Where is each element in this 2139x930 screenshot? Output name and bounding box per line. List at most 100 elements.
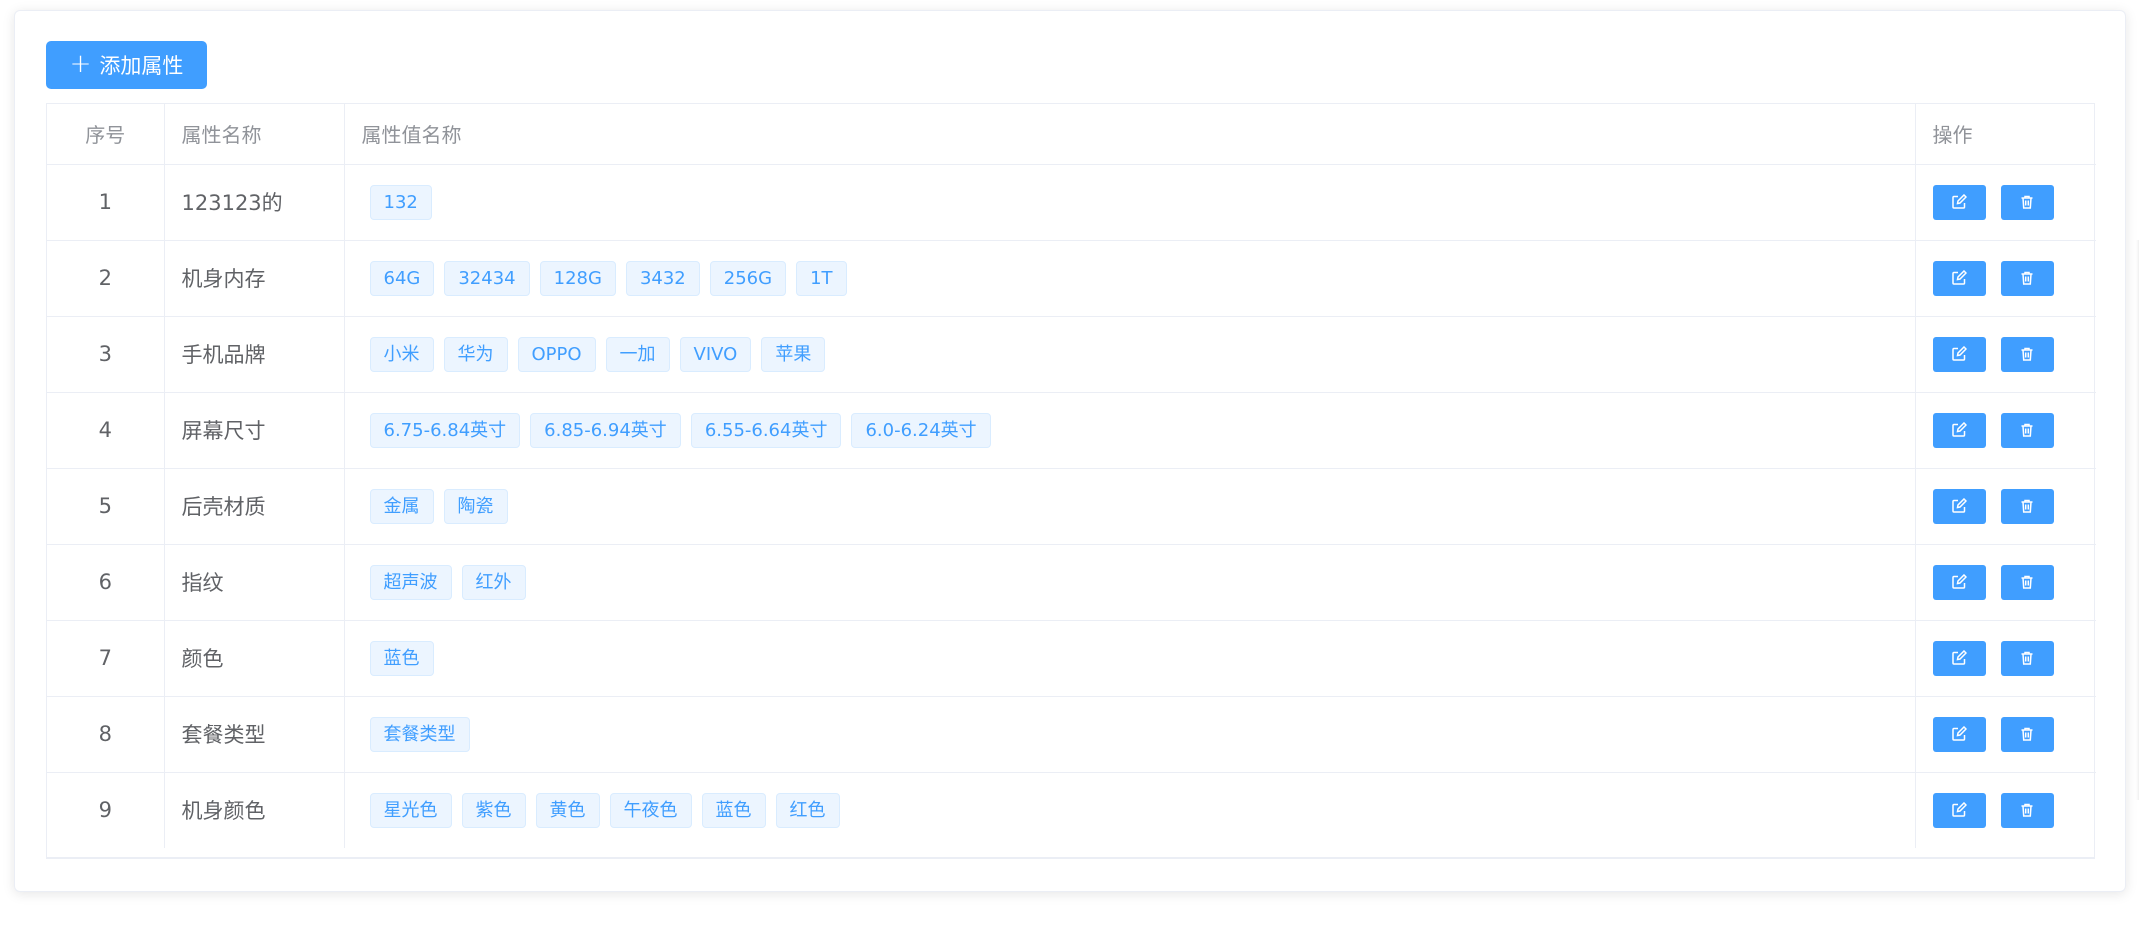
row-attribute-values: 套餐类型 <box>344 696 1916 773</box>
row-attribute-name: 123123的 <box>164 164 345 241</box>
trash-icon <box>2019 194 2035 210</box>
table-row: 4 屏幕尺寸 6.75-6.84英寸 6.85-6.94英寸 6.55-6.64英寸 6.… <box>47 392 2096 469</box>
row-actions <box>1915 696 2096 773</box>
value-tag: 64G <box>369 260 435 296</box>
row-actions <box>1915 772 2096 848</box>
row-actions <box>1915 164 2096 241</box>
value-tag: 午夜色 <box>609 792 692 828</box>
row-attribute-values: 6.75-6.84英寸 6.85-6.94英寸 6.55-6.64英寸 6.0-6.2… <box>344 392 1916 469</box>
value-tag: 星光色 <box>369 792 452 828</box>
value-tag: 132 <box>369 184 432 220</box>
edit-icon <box>1951 498 1967 514</box>
trash-icon <box>2019 422 2035 438</box>
value-tag: 苹果 <box>761 336 826 372</box>
value-tag: 6.55-6.64英寸 <box>690 412 842 448</box>
row-attribute-name: 屏幕尺寸 <box>164 392 345 469</box>
table-row: 8 套餐类型 套餐类型 <box>47 696 2096 773</box>
value-tag: 套餐类型 <box>369 716 470 752</box>
value-tag: VIVO <box>679 336 752 372</box>
row-actions <box>1915 392 2096 469</box>
value-tag: 陶瓷 <box>443 488 508 524</box>
edit-icon <box>1951 574 1967 590</box>
attribute-table: 序号 属性名称 属性值名称 操作 1 123123的 132 2 机身内存 64G 3243… <box>46 103 2096 859</box>
trash-icon <box>2019 726 2035 742</box>
row-attribute-name: 套餐类型 <box>164 696 345 773</box>
delete-button[interactable] <box>2000 792 2054 828</box>
delete-button[interactable] <box>2000 564 2054 600</box>
value-tag: 红色 <box>775 792 840 828</box>
row-index: 9 <box>47 772 165 848</box>
row-actions <box>1915 544 2096 621</box>
trash-icon <box>2019 270 2035 286</box>
delete-button[interactable] <box>2000 184 2054 220</box>
edit-icon <box>1951 650 1967 666</box>
row-actions <box>1915 620 2096 697</box>
edit-button[interactable] <box>1932 260 1986 296</box>
row-index: 3 <box>47 316 165 393</box>
header-name: 属性名称 <box>164 104 345 165</box>
header-index: 序号 <box>47 104 165 165</box>
value-tag: 紫色 <box>461 792 526 828</box>
edit-icon <box>1951 270 1967 286</box>
attribute-card: + 添加属性 序号 属性名称 属性值名称 操作 1 123123的 132 2 机身内存… <box>14 10 2126 892</box>
delete-button[interactable] <box>2000 260 2054 296</box>
trash-icon <box>2019 802 2035 818</box>
row-attribute-values: 超声波 红外 <box>344 544 1916 621</box>
value-tag: 6.0-6.24英寸 <box>851 412 991 448</box>
row-index: 8 <box>47 696 165 773</box>
edit-button[interactable] <box>1932 792 1986 828</box>
delete-button[interactable] <box>2000 640 2054 676</box>
value-tag: 128G <box>539 260 616 296</box>
delete-button[interactable] <box>2000 412 2054 448</box>
value-tag: OPPO <box>517 336 596 372</box>
edit-icon <box>1951 346 1967 362</box>
row-index: 4 <box>47 392 165 469</box>
value-tag: 一加 <box>605 336 670 372</box>
delete-button[interactable] <box>2000 336 2054 372</box>
edit-button[interactable] <box>1932 640 1986 676</box>
header-actions: 操作 <box>1915 104 2096 165</box>
table-row: 7 颜色 蓝色 <box>47 620 2096 697</box>
row-attribute-values: 132 <box>344 164 1916 241</box>
delete-button[interactable] <box>2000 716 2054 752</box>
edit-button[interactable] <box>1932 716 1986 752</box>
edit-icon <box>1951 194 1967 210</box>
value-tag: 超声波 <box>369 564 452 600</box>
header-values: 属性值名称 <box>344 104 1916 165</box>
value-tag: 黄色 <box>535 792 600 828</box>
row-attribute-values: 64G 32434 128G 3432 256G 1T <box>344 240 1916 317</box>
edit-button[interactable] <box>1932 564 1986 600</box>
row-attribute-name: 指纹 <box>164 544 345 621</box>
row-attribute-values: 金属 陶瓷 <box>344 468 1916 545</box>
row-attribute-values: 星光色 紫色 黄色 午夜色 蓝色 红色 <box>344 772 1916 848</box>
row-attribute-name: 机身颜色 <box>164 772 345 848</box>
value-tag: 小米 <box>369 336 434 372</box>
table-row: 2 机身内存 64G 32434 128G 3432 256G 1T <box>47 240 2096 317</box>
plus-icon: + <box>69 49 92 79</box>
trash-icon <box>2019 574 2035 590</box>
table-row: 1 123123的 132 <box>47 164 2096 241</box>
row-actions <box>1915 468 2096 545</box>
table-row: 5 后壳材质 金属 陶瓷 <box>47 468 2096 545</box>
trash-icon <box>2019 346 2035 362</box>
edit-button[interactable] <box>1932 336 1986 372</box>
value-tag: 3432 <box>625 260 700 296</box>
row-index: 1 <box>47 164 165 241</box>
table-row: 6 指纹 超声波 红外 <box>47 544 2096 621</box>
edit-button[interactable] <box>1932 412 1986 448</box>
row-attribute-name: 手机品牌 <box>164 316 345 393</box>
value-tag: 金属 <box>369 488 434 524</box>
trash-icon <box>2019 498 2035 514</box>
row-index: 2 <box>47 240 165 317</box>
delete-button[interactable] <box>2000 488 2054 524</box>
row-attribute-name: 颜色 <box>164 620 345 697</box>
add-attribute-label: 添加属性 <box>99 54 184 78</box>
value-tag: 蓝色 <box>701 792 766 828</box>
row-index: 5 <box>47 468 165 545</box>
table-row: 9 机身颜色 星光色 紫色 黄色 午夜色 蓝色 红色 <box>47 772 2096 848</box>
edit-button[interactable] <box>1932 184 1986 220</box>
value-tag: 1T <box>796 260 847 296</box>
edit-button[interactable] <box>1932 488 1986 524</box>
add-attribute-button[interactable]: + 添加属性 <box>46 41 207 89</box>
edit-icon <box>1951 422 1967 438</box>
